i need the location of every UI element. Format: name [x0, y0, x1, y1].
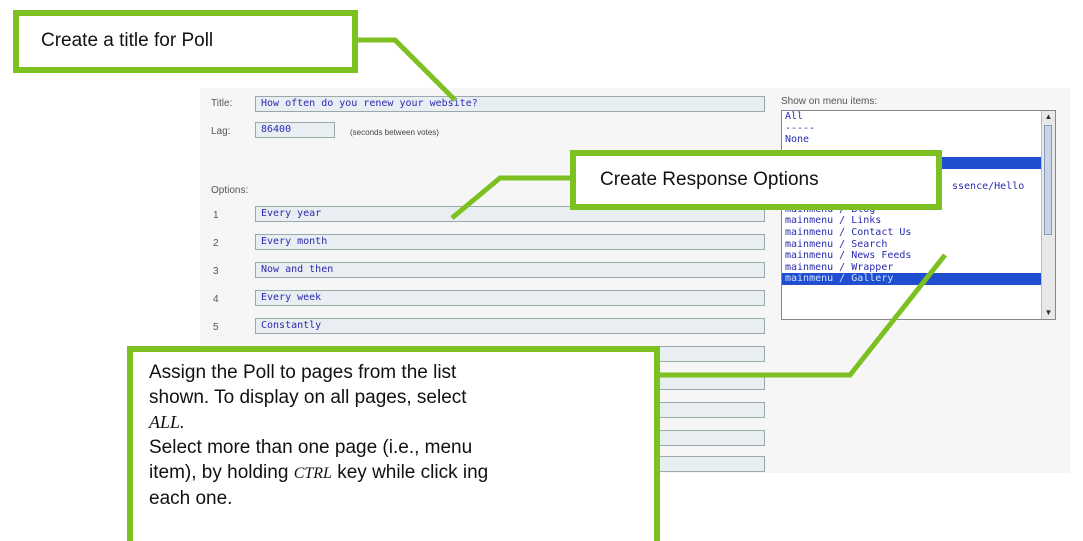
assign-callout-all: ALL. — [149, 412, 185, 432]
assign-callout-ctrl: CTRL — [293, 465, 332, 482]
assign-connector — [655, 253, 947, 378]
options-callout-text: Create Response Options — [600, 169, 819, 190]
assign-callout-line: each one. — [149, 488, 233, 509]
assign-callout-text: item), by holding — [149, 462, 289, 483]
title-callout-text: Create a title for Poll — [41, 30, 214, 51]
assign-callout-line: item), by holding CTRL key while click i… — [149, 460, 654, 486]
options-callout: Create Response Options — [570, 150, 942, 210]
options-connector — [450, 175, 575, 220]
assign-callout: Assign the Poll to pages from the list s… — [127, 346, 660, 541]
title-callout: Create a title for Poll — [13, 10, 358, 73]
title-connector — [355, 37, 457, 102]
assign-callout-line: shown. To display on all pages, select — [149, 387, 467, 408]
assign-callout-line: Assign the Poll to pages from the list — [149, 362, 457, 383]
assign-callout-line: Select more than one page (i.e., menu — [149, 437, 473, 458]
assign-callout-text: key while click ing — [337, 462, 489, 483]
